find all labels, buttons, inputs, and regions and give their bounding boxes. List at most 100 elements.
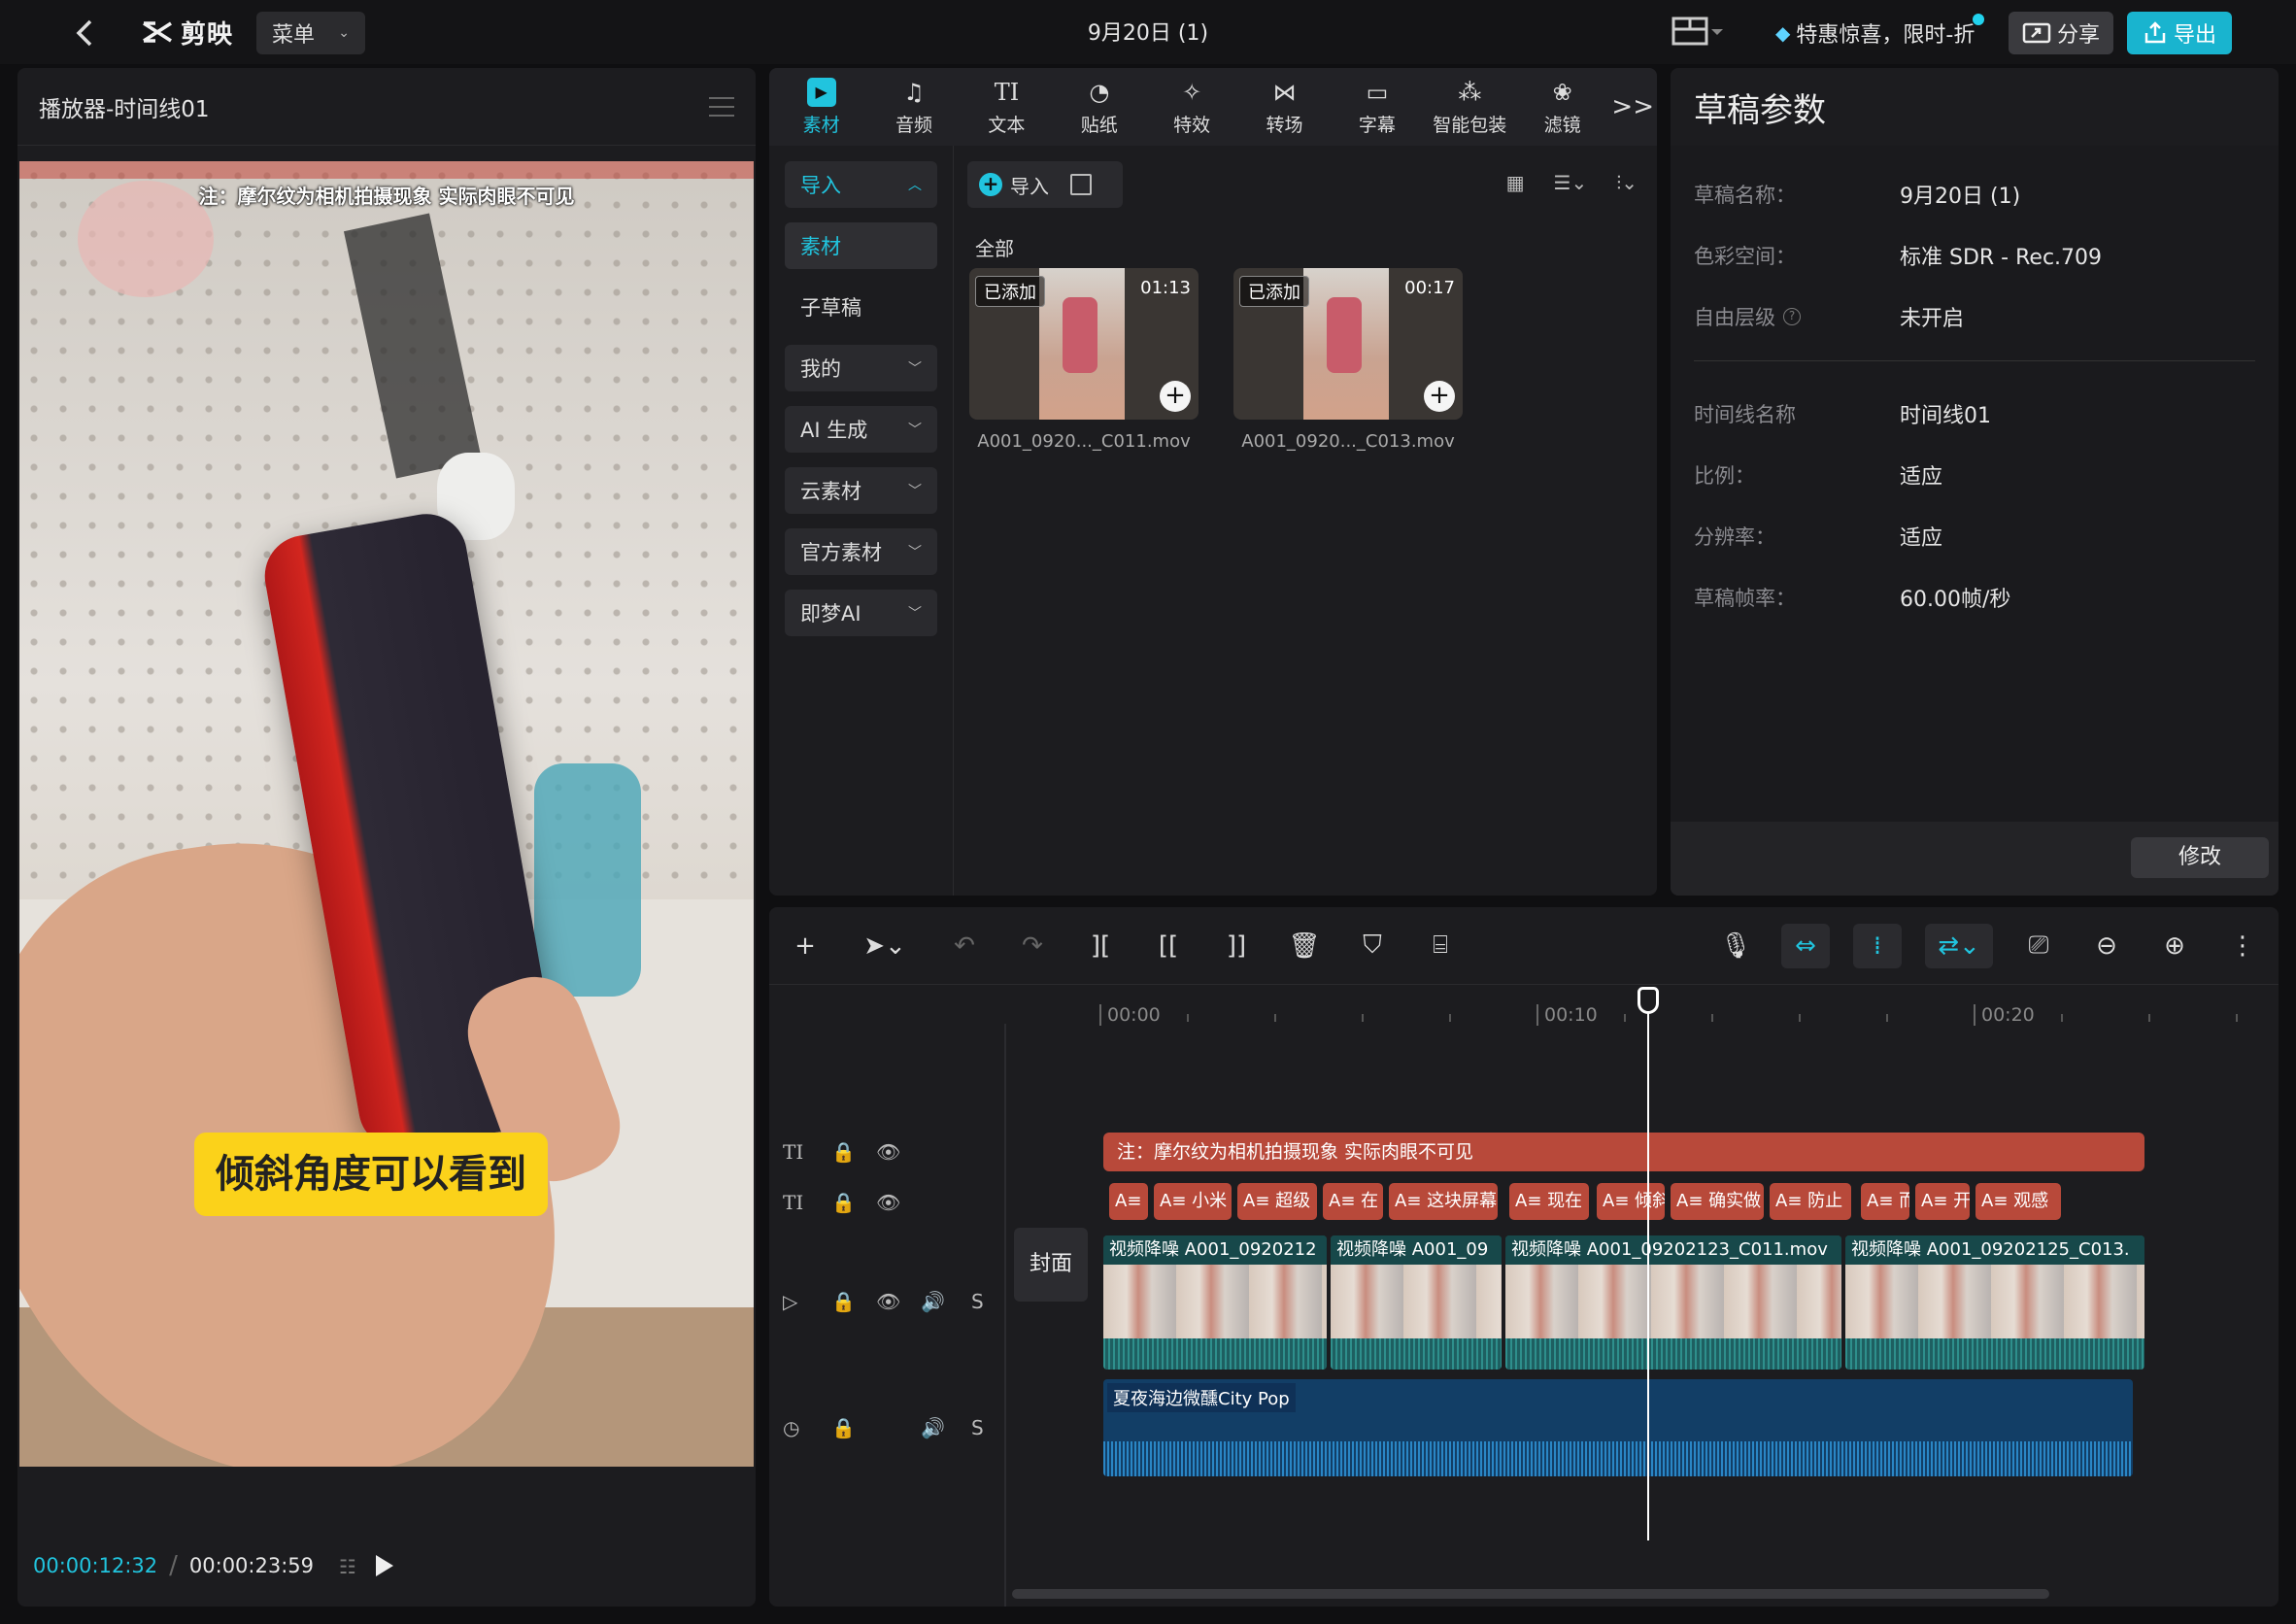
caption-chip[interactable]: A≡ 这块屏幕 [1389, 1183, 1498, 1220]
caption-chip[interactable]: A≡ [1109, 1183, 1148, 1220]
tab-media[interactable]: ▶ 素材 [775, 68, 867, 146]
lock-icon[interactable]: 🔒 [831, 1140, 856, 1164]
zoom-in-icon[interactable]: ⊕ [2152, 924, 2197, 968]
play-icon[interactable] [376, 1555, 394, 1576]
caption-chip[interactable]: A≡ 确实做 [1671, 1183, 1764, 1220]
caption-chip[interactable]: A≡ 防止 [1770, 1183, 1851, 1220]
caption-chip[interactable]: A≡ 开 [1915, 1183, 1970, 1220]
tab-effects[interactable]: ✧ 特效 [1146, 68, 1238, 146]
promo-banner[interactable]: ◆ 特惠惊喜，限时-折 [1766, 12, 1985, 54]
lock-icon[interactable]: 🔒 [831, 1191, 856, 1214]
media-clip[interactable]: 已添加 00:17 + A001_0920..._C013.mov [1233, 268, 1463, 452]
lock-icon[interactable]: 🔒 [831, 1416, 856, 1439]
eye-icon[interactable]: 👁 [876, 1140, 900, 1164]
video-clip[interactable]: 视频降噪 A001_09202125_C013. [1845, 1235, 2144, 1370]
media-body: 导入 ︿ 素材 子草稿 我的 ﹀ AI 生成 ﹀ 云素材 ﹀ 官方素材 ﹀ 即梦… [769, 146, 1657, 896]
microphone-icon[interactable]: 🎙 [1713, 924, 1758, 968]
video-preview[interactable]: 注：摩尔纹为相机拍摄现象 实际肉眼不可见 倾斜角度可以看到 [19, 161, 754, 1467]
cover-button[interactable]: 封面 [1014, 1228, 1088, 1302]
video-overlay-note: 注：摩尔纹为相机拍摄现象 实际肉眼不可见 [198, 185, 575, 208]
preview-axis-icon[interactable]: ⎚ [2016, 924, 2061, 968]
zoom-out-icon[interactable]: ⊖ [2084, 924, 2129, 968]
sidebar-item-subdraft[interactable]: 子草稿 [785, 284, 937, 330]
import-button[interactable]: + 导入 [967, 161, 1123, 208]
select-cursor-icon[interactable]: ➤⌄ [851, 924, 919, 968]
solo-button[interactable]: S [971, 1290, 984, 1313]
help-icon[interactable]: ? [1783, 307, 1801, 325]
frames-icon[interactable]: ☷ [339, 1555, 372, 1578]
caption-chip[interactable]: A≡ 超级 [1237, 1183, 1317, 1220]
modify-button[interactable]: 修改 [2131, 837, 2269, 878]
eye-icon[interactable]: 👁 [876, 1191, 900, 1214]
add-icon[interactable]: + [1160, 381, 1191, 412]
text-clip[interactable]: 注：摩尔纹为相机拍摄现象 实际肉眼不可见 [1103, 1133, 2144, 1171]
tab-caption[interactable]: ▭ 字幕 [1331, 68, 1423, 146]
tab-sticker[interactable]: ◔ 贴纸 [1053, 68, 1145, 146]
qr-code-icon[interactable] [1070, 174, 1092, 195]
add-icon[interactable]: + [1424, 381, 1455, 412]
tab-filter[interactable]: ❀ 滤镜 [1516, 68, 1608, 146]
video-waveform [1103, 1338, 1327, 1370]
volume-icon[interactable]: 🔊 [921, 1290, 945, 1313]
sidebar-item-jimeng-ai[interactable]: 即梦AI ﹀ [785, 590, 937, 636]
layout-icon[interactable] [1671, 16, 1725, 49]
media-clip[interactable]: 已添加 01:13 + A001_0920..._C011.mov [969, 268, 1199, 452]
sidebar-item-cloud[interactable]: 云素材 ﹀ [785, 467, 937, 514]
sidebar-item-media[interactable]: 素材 [785, 222, 937, 269]
caption-chip[interactable]: A≡ 倾斜 [1597, 1183, 1665, 1220]
more-options-icon[interactable]: ⋮ [2220, 924, 2265, 968]
tab-text[interactable]: TI 文本 [961, 68, 1053, 146]
eye-icon[interactable]: 👁 [876, 1290, 900, 1313]
timeline-ruler[interactable]: 00:00 00:10 00:20 [769, 985, 2279, 1033]
clip-thumbnail[interactable]: 已添加 01:13 + [969, 268, 1199, 420]
sort-icon[interactable]: ☰⌄ [1554, 171, 1588, 194]
magnet-icon[interactable]: ⇄⌄ [1925, 923, 1993, 968]
caption-chip[interactable]: A≡ 在 [1323, 1183, 1383, 1220]
playhead[interactable] [1647, 997, 1649, 1540]
lock-icon[interactable]: 🔒 [831, 1290, 856, 1313]
video-clip[interactable]: 视频降噪 A001_09202123_C011.mov [1505, 1235, 1841, 1370]
share-button[interactable]: 分享 [2009, 12, 2113, 54]
tab-smart-package[interactable]: ⁂ 智能包装 [1424, 68, 1516, 146]
redo-icon[interactable]: ↷ [1010, 924, 1055, 968]
sidebar-item-official[interactable]: 官方素材 ﹀ [785, 528, 937, 575]
audio-track-icon: ◷ [783, 1416, 800, 1439]
audio-clip[interactable]: 夏夜海边微醺City Pop [1103, 1379, 2133, 1476]
trim-left-icon[interactable]: [[ [1146, 924, 1191, 968]
sidebar-item-ai-generate[interactable]: AI 生成 ﹀ [785, 406, 937, 453]
caption-chip[interactable]: A≡ 而 [1861, 1183, 1909, 1220]
tab-transition[interactable]: ⋈ 转场 [1238, 68, 1331, 146]
sidebar-item-mine[interactable]: 我的 ﹀ [785, 345, 937, 391]
snap-icon[interactable]: ⁞ [1853, 923, 1902, 968]
add-icon[interactable]: + [783, 924, 827, 968]
video-clip[interactable]: 视频降噪 A001_09 [1331, 1235, 1502, 1370]
grid-view-icon[interactable]: ▦ [1506, 171, 1525, 194]
param-label: 色彩空间： [1694, 244, 1796, 268]
sidebar-item-import[interactable]: 导入 ︿ [785, 161, 937, 208]
tab-audio[interactable]: ♫ 音频 [867, 68, 960, 146]
media-tabs: ▶ 素材 ♫ 音频 TI 文本 ◔ 贴纸 ✧ 特效 ⋈ 转场 ▭ 字幕 ⁂ 智能 [769, 68, 1657, 146]
undo-icon[interactable]: ↶ [942, 924, 987, 968]
video-clip[interactable]: 视频降噪 A001_0920212 [1103, 1235, 1327, 1370]
menu-icon[interactable] [709, 96, 734, 117]
marker-icon[interactable]: ⛉ [1350, 924, 1395, 968]
split-icon[interactable]: ][ [1078, 924, 1123, 968]
filter-sort-icon[interactable]: ⫶⌄ [1616, 171, 1638, 194]
caption-chip[interactable]: A≡ 观感 [1975, 1183, 2061, 1220]
tab-label: 文本 [988, 114, 1026, 136]
tab-label: 贴纸 [1080, 114, 1118, 136]
player-title: 播放器-时间线01 [39, 96, 210, 122]
caption-chip[interactable]: A≡ 现在 [1509, 1183, 1589, 1220]
more-tabs-icon[interactable]: >> [1608, 92, 1657, 121]
caption-chip[interactable]: A≡ 小米 [1154, 1183, 1232, 1220]
link-tracks-icon[interactable]: ⇔ [1781, 923, 1830, 968]
export-button[interactable]: 导出 [2127, 12, 2232, 54]
playhead-handle[interactable] [1638, 987, 1659, 1014]
delete-icon[interactable]: 🗑 [1282, 924, 1327, 968]
horizontal-scrollbar[interactable] [1012, 1589, 2049, 1599]
volume-icon[interactable]: 🔊 [921, 1416, 945, 1439]
clip-thumbnail[interactable]: 已添加 00:17 + [1233, 268, 1463, 420]
trim-right-icon[interactable]: ]] [1214, 924, 1259, 968]
caption-edit-icon[interactable]: ⌸ [1418, 924, 1463, 968]
solo-button[interactable]: S [971, 1416, 984, 1439]
